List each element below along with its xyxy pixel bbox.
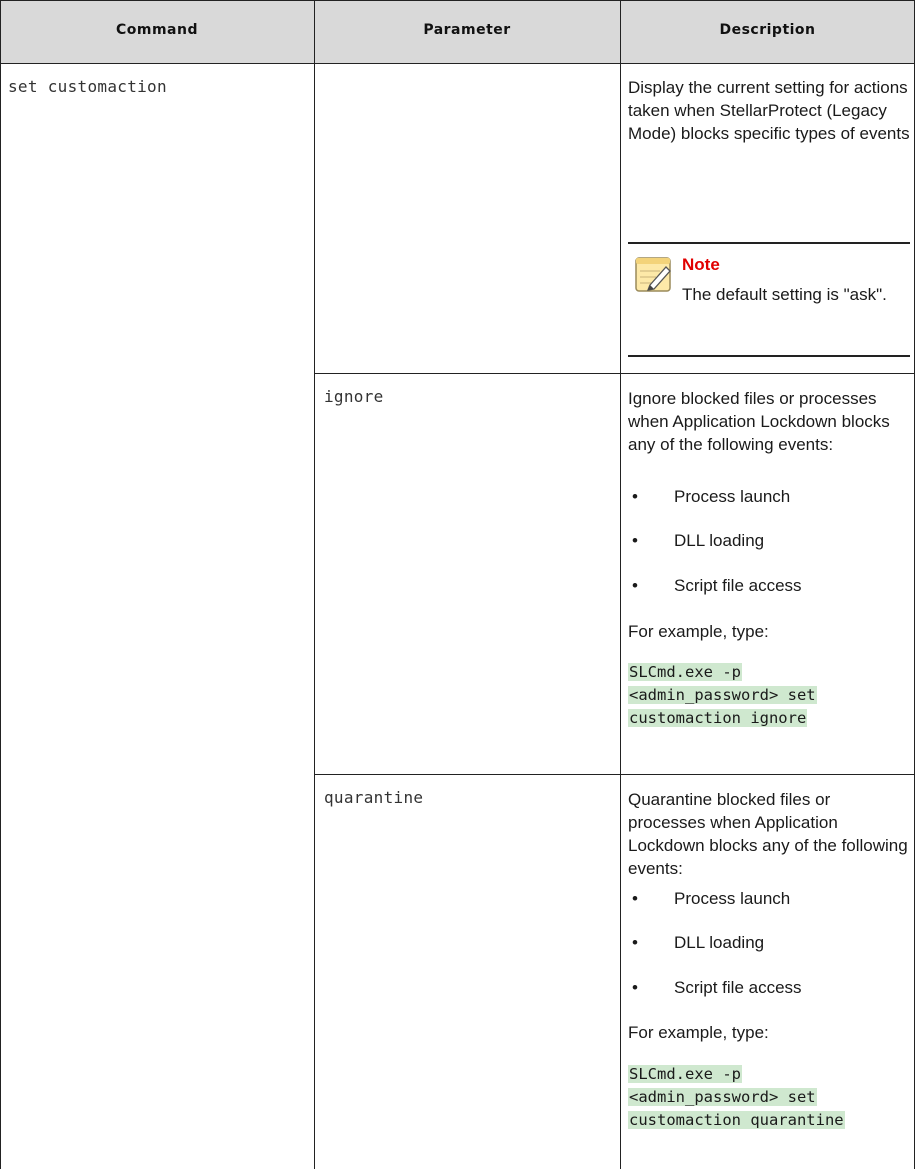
list-item: • Process launch <box>632 889 791 908</box>
column-divider-2 <box>620 0 621 1169</box>
header-rule <box>0 63 915 64</box>
list-item: • Script file access <box>632 978 802 997</box>
column-divider-1 <box>314 0 315 1169</box>
parameter-ignore: ignore <box>324 387 384 406</box>
header-description: Description <box>719 22 816 38</box>
header-parameter: Parameter <box>423 22 511 38</box>
parameter-quarantine: quarantine <box>324 788 424 807</box>
note-top-rule <box>628 242 910 244</box>
bullet-icon: • <box>632 576 638 595</box>
row1-description: Display the current setting for actions … <box>628 78 910 143</box>
row3-code-example: SLCmd.exe -p <admin_password> set custom… <box>628 1065 845 1129</box>
list-item: • DLL loading <box>632 531 765 550</box>
row2-code-example: SLCmd.exe -p <admin_password> set custom… <box>628 663 817 727</box>
note-bottom-rule <box>628 355 910 357</box>
list-item: • Script file access <box>632 576 802 595</box>
note-pencil-icon <box>635 257 671 292</box>
table-border-left <box>0 0 1 1169</box>
header-command: Command <box>115 22 198 38</box>
note-text: The default setting is "ask". <box>682 285 887 304</box>
row-divider-2 <box>314 774 915 775</box>
bullet-icon: • <box>632 978 638 997</box>
bullet-icon: • <box>632 889 638 908</box>
table-header: Command Parameter Description <box>0 0 915 63</box>
row2-example-label: For example, type: <box>628 622 769 641</box>
row3-example-label: For example, type: <box>628 1023 769 1042</box>
bullet-icon: • <box>632 531 638 550</box>
bullet-icon: • <box>632 487 638 506</box>
note-title: Note <box>682 255 720 274</box>
row-divider-1 <box>314 373 915 374</box>
row2-intro: Ignore blocked files or processes when A… <box>628 389 890 454</box>
list-item: • DLL loading <box>632 933 765 952</box>
row3-intro: Quarantine blocked files or processes wh… <box>628 790 908 878</box>
command-table: Command Parameter Description set custom… <box>0 0 915 1169</box>
bullet-icon: • <box>632 933 638 952</box>
table-border-top <box>0 0 915 1</box>
list-item: • Process launch <box>632 487 791 506</box>
command-cell: set customaction <box>8 77 167 96</box>
